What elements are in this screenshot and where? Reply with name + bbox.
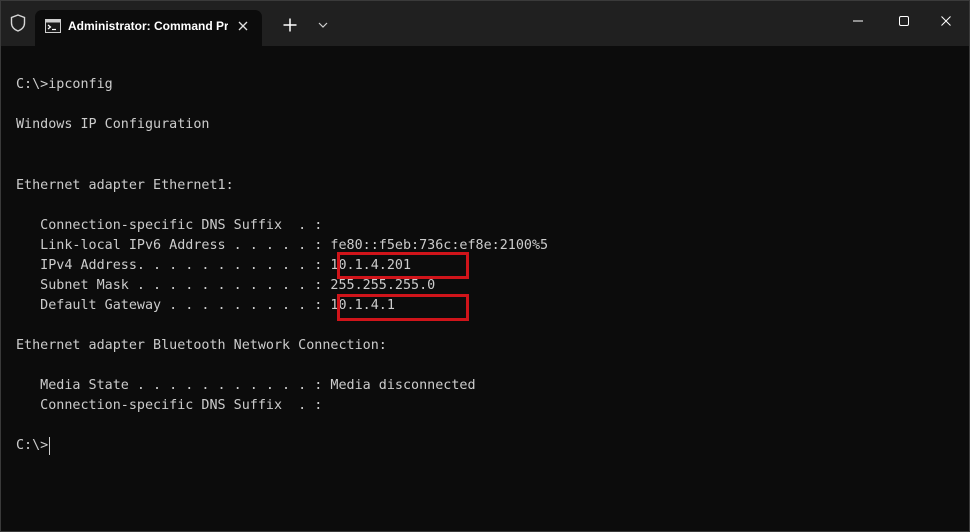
minimize-icon <box>853 20 863 22</box>
output-line: Subnet Mask . . . . . . . . . . . : 255.… <box>16 278 436 293</box>
output-line: Connection-specific DNS Suffix . : <box>16 218 323 233</box>
terminal-window: Administrator: Command Prompt <box>0 0 970 532</box>
command-prompt-icon <box>45 19 61 33</box>
chevron-down-icon <box>318 22 328 28</box>
maximize-button[interactable] <box>881 1 927 41</box>
tab-title: Administrator: Command Prompt <box>68 19 228 33</box>
adapter-heading: Ethernet adapter Ethernet1: <box>16 178 234 193</box>
terminal-output[interactable]: C:\>ipconfig Windows IP Configuration Et… <box>1 46 969 531</box>
tab-dropdown-button[interactable] <box>311 13 335 37</box>
output-line: Connection-specific DNS Suffix . : <box>16 398 323 413</box>
maximize-icon <box>899 16 909 26</box>
shield-icon <box>10 14 26 32</box>
title-bar[interactable]: Administrator: Command Prompt <box>1 1 969 46</box>
text-cursor <box>49 437 50 455</box>
close-icon <box>238 21 248 31</box>
adapter-heading: Ethernet adapter Bluetooth Network Conne… <box>16 338 387 353</box>
gateway-highlight-box <box>337 294 469 321</box>
minimize-button[interactable] <box>835 1 881 41</box>
plus-icon <box>283 18 297 32</box>
output-line: Media State . . . . . . . . . . . : Medi… <box>16 378 476 393</box>
prompt-line: C:\> <box>16 438 49 453</box>
tab-close-button[interactable] <box>233 16 253 36</box>
prompt-command-line: C:\>ipconfig <box>16 77 113 92</box>
close-window-button[interactable] <box>923 1 969 41</box>
close-icon <box>941 16 951 26</box>
output-heading: Windows IP Configuration <box>16 117 210 132</box>
tab-command-prompt[interactable]: Administrator: Command Prompt <box>35 10 262 46</box>
ipv4-highlight-box <box>337 252 469 279</box>
new-tab-button[interactable] <box>277 13 303 37</box>
